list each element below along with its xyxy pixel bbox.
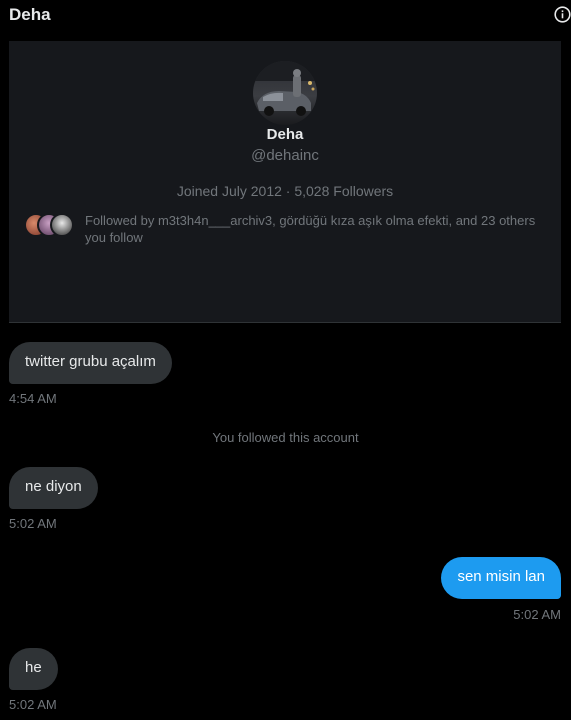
follower-avatar — [50, 213, 74, 237]
profile-avatar[interactable] — [253, 61, 317, 125]
profile-meta: Joined July 2012 · 5,028 Followers — [176, 183, 394, 199]
incoming-message[interactable]: ne diyon — [9, 467, 98, 509]
message-timestamp: 5:02 AM — [9, 516, 57, 531]
followed-by-text: Followed by m3t3h4n___archiv3, gördüğü k… — [85, 213, 536, 245]
conversation-header: Deha — [0, 0, 571, 32]
incoming-message[interactable]: twitter grubu açalım — [9, 342, 172, 384]
message-timestamp: 5:02 AM — [9, 697, 57, 712]
info-icon[interactable] — [554, 6, 571, 23]
profile-handle: @dehainc — [251, 147, 319, 164]
profile-name: Deha — [266, 126, 304, 143]
message-timestamp: 4:54 AM — [9, 391, 57, 406]
conversation-title: Deha — [9, 5, 51, 24]
outgoing-message[interactable]: sen misin lan — [441, 557, 561, 599]
profile-card[interactable]: Deha @dehainc Joined July 2012 · 5,028 F… — [9, 41, 561, 323]
system-notice: You followed this account — [212, 430, 359, 445]
followed-by-avatars — [24, 213, 74, 237]
incoming-message[interactable]: he — [9, 648, 58, 690]
message-timestamp: 5:02 AM — [513, 607, 561, 622]
